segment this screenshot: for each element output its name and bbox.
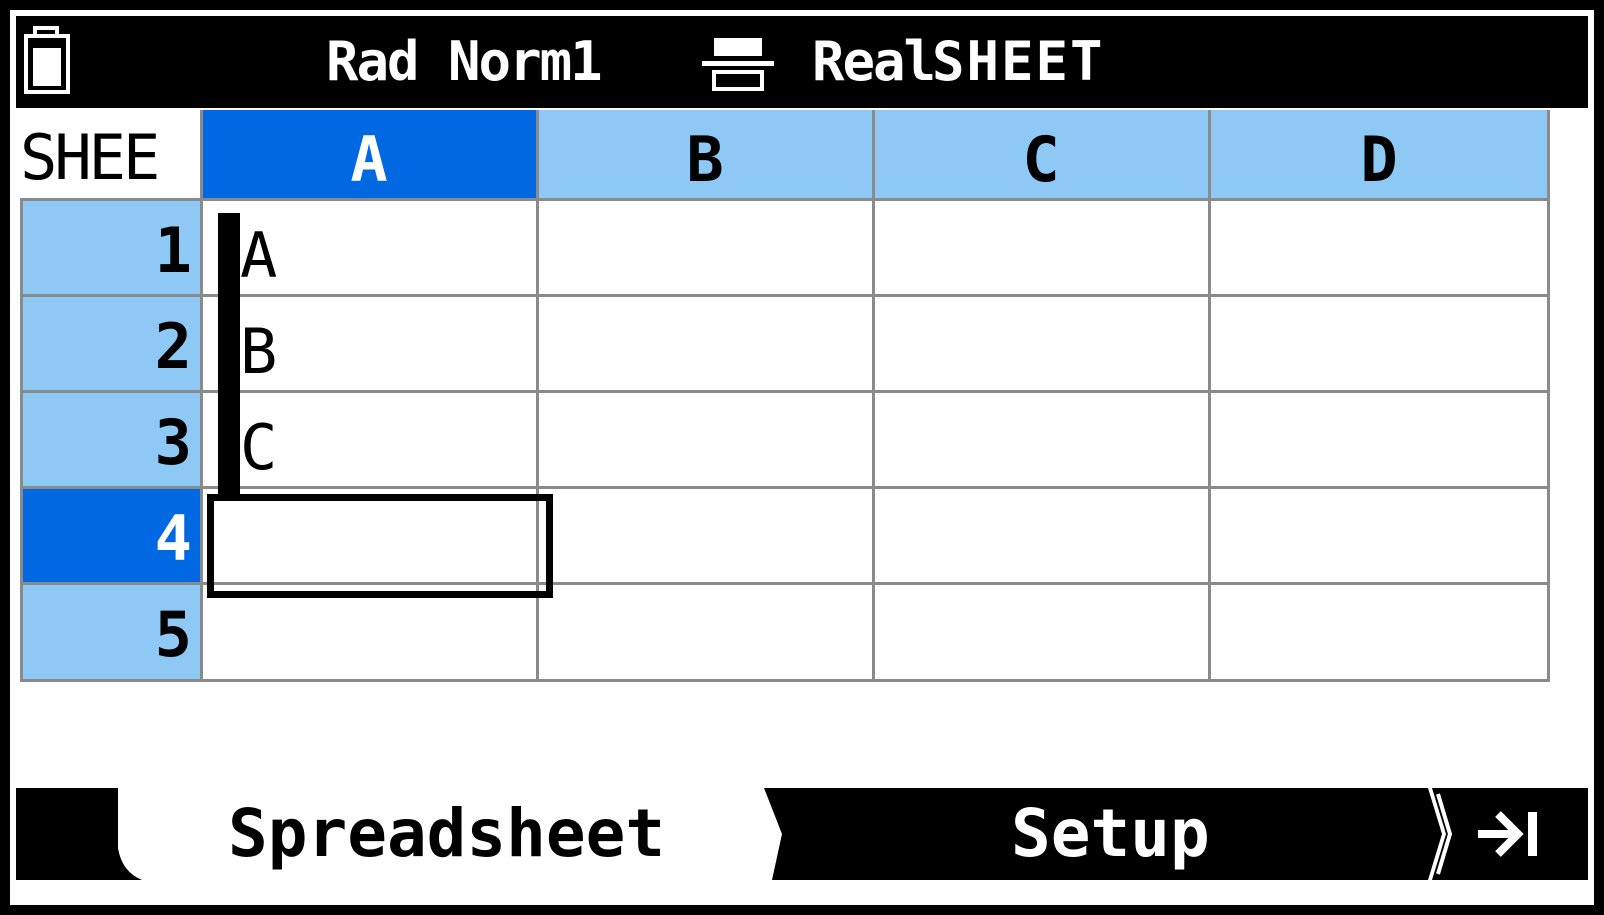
- battery-icon: [24, 26, 70, 94]
- column-header-b[interactable]: B: [538, 110, 872, 198]
- function-key-bar: Spreadsheet Setup: [16, 788, 1588, 880]
- spreadsheet-grid: SHEE A B C D 1 2 3 4 5 A B C: [20, 110, 1550, 686]
- fraction-format-icon: [702, 38, 774, 91]
- cell-b5[interactable]: [538, 585, 872, 679]
- cell-b4[interactable]: [538, 489, 872, 583]
- row-header-3[interactable]: 3: [20, 393, 200, 487]
- cell-b2[interactable]: [538, 297, 872, 391]
- jump-to-end-icon[interactable]: [1476, 806, 1542, 862]
- sheet-name-corner: SHEE: [20, 110, 200, 198]
- cell-d3[interactable]: [1210, 393, 1548, 487]
- grid-line: [20, 198, 1550, 201]
- cell-d4[interactable]: [1210, 489, 1548, 583]
- angle-format-indicator: Rad Norm1: [326, 30, 603, 93]
- cell-b1[interactable]: [538, 201, 872, 295]
- cell-c2[interactable]: [874, 297, 1208, 391]
- cell-d2[interactable]: [1210, 297, 1548, 391]
- cell-a5[interactable]: [202, 585, 536, 679]
- cell-d1[interactable]: [1210, 201, 1548, 295]
- spreadsheet-tab[interactable]: Spreadsheet: [228, 788, 665, 880]
- grid-line: [1547, 110, 1550, 682]
- column-header-c[interactable]: C: [874, 110, 1208, 198]
- row-header-1[interactable]: 1: [20, 201, 200, 295]
- text-cell-marker: [218, 213, 240, 495]
- cell-d5[interactable]: [1210, 585, 1548, 679]
- column-header-a[interactable]: A: [202, 110, 536, 198]
- setup-tab[interactable]: Setup: [1011, 788, 1210, 880]
- cell-c5[interactable]: [874, 585, 1208, 679]
- cell-cursor: [207, 494, 553, 598]
- grid-line: [20, 679, 1550, 682]
- cell-a3[interactable]: C: [202, 393, 536, 487]
- cell-c1[interactable]: [874, 201, 1208, 295]
- grid-line: [872, 110, 875, 682]
- row-header-4[interactable]: 4: [20, 489, 200, 583]
- grid-line: [1208, 110, 1211, 682]
- cell-a1[interactable]: A: [202, 201, 536, 295]
- row-header-5[interactable]: 5: [20, 585, 200, 679]
- grid-line: [20, 486, 1550, 489]
- cell-c4[interactable]: [874, 489, 1208, 583]
- row-header-2[interactable]: 2: [20, 297, 200, 391]
- grid-line: [20, 294, 1550, 297]
- app-name: SHEET: [932, 30, 1105, 93]
- column-header-d[interactable]: D: [1210, 110, 1548, 198]
- grid-line: [200, 110, 203, 682]
- complex-mode-indicator: Real: [812, 30, 936, 93]
- cell-a2[interactable]: B: [202, 297, 536, 391]
- status-bar: Rad Norm1 Real SHEET: [16, 16, 1588, 108]
- cell-c3[interactable]: [874, 393, 1208, 487]
- calculator-screen: Rad Norm1 Real SHEET SHEE A B C D 1 2 3 …: [10, 10, 1594, 905]
- grid-line: [20, 198, 23, 682]
- grid-line: [20, 390, 1550, 393]
- cell-b3[interactable]: [538, 393, 872, 487]
